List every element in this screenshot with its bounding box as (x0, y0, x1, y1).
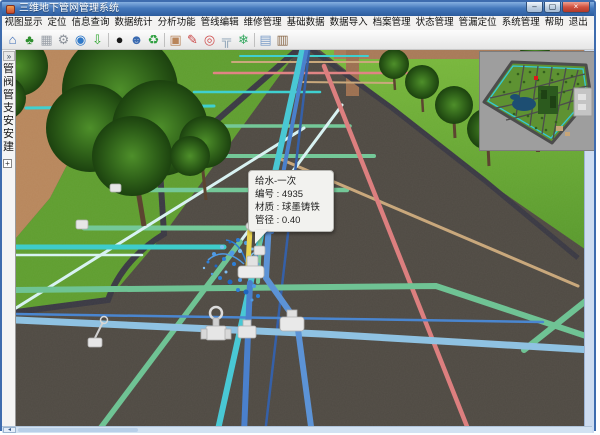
layer-item[interactable]: 管 (2, 89, 16, 102)
close-button[interactable]: × (562, 2, 590, 13)
title-bar[interactable]: 三维地下管网管理系统 – ▢ × (2, 2, 594, 16)
menu-archives[interactable]: 档案管理 (370, 16, 413, 30)
minimap-position-marker (534, 76, 538, 80)
layer-item[interactable]: 安 (2, 128, 16, 141)
menu-exit[interactable]: 退出 (566, 16, 590, 30)
menu-locate[interactable]: 定位 (45, 16, 69, 30)
app-icon (6, 5, 15, 14)
home-icon[interactable]: ⌂ (4, 31, 21, 49)
menu-leak-locate[interactable]: 管漏定位 (456, 16, 499, 30)
edit-pencil-icon[interactable]: ✎ (184, 31, 201, 49)
toolbar-separator (108, 33, 109, 47)
layer-item[interactable]: 支 (2, 102, 16, 115)
menu-help[interactable]: 帮助 (542, 16, 566, 30)
maximize-button[interactable]: ▢ (544, 2, 561, 13)
horizontal-scrollbar[interactable]: ◂ (2, 426, 592, 433)
menu-pipe-edit[interactable]: 管线编辑 (198, 16, 241, 30)
layer-item[interactable]: 管 (2, 63, 16, 76)
user-icon[interactable]: ☻ (128, 31, 145, 49)
left-panel-collapse-button[interactable]: » (3, 51, 15, 61)
menu-statistics[interactable]: 数据统计 (112, 16, 155, 30)
menu-view[interactable]: 视图显示 (2, 16, 45, 30)
menu-status[interactable]: 状态管理 (413, 16, 456, 30)
globe-icon[interactable]: ◉ (72, 31, 89, 49)
tree-icon[interactable]: ♣ (21, 31, 38, 49)
scroll-left-button[interactable]: ◂ (3, 427, 16, 433)
gear-icon[interactable]: ⚙ (55, 31, 72, 49)
toolbar-separator (254, 33, 255, 47)
minimize-button[interactable]: – (526, 2, 543, 13)
faucet-icon[interactable]: ╦ (218, 31, 235, 49)
refresh-icon[interactable]: ♻ (145, 31, 162, 49)
notebook-icon[interactable]: ▥ (274, 31, 291, 49)
menu-bar: 视图显示 定位 信息查询 数据统计 分析功能 管线编辑 维修管理 基础数据 数据… (2, 16, 594, 31)
snowflake-icon[interactable]: ❄ (235, 31, 252, 49)
lifebuoy-icon[interactable]: ◎ (201, 31, 218, 49)
window-title: 三维地下管网管理系统 (19, 2, 119, 16)
layer-item[interactable]: 安 (2, 115, 16, 128)
tree-expand-icon[interactable]: + (3, 159, 12, 168)
menu-info-query[interactable]: 信息查询 (69, 16, 112, 30)
layer-item[interactable]: 建 (2, 141, 16, 154)
left-panel-collapsed[interactable]: » 管 阀 管 支 安 安 建 + (2, 50, 16, 426)
minimap-buildings (574, 88, 592, 116)
menu-analysis[interactable]: 分析功能 (155, 16, 198, 30)
window-panel-icon[interactable]: ▤ (257, 31, 274, 49)
download-icon[interactable]: ⇩ (89, 31, 106, 49)
tooltip-row-id: 编号 : 4935 (255, 188, 327, 201)
minimap-overview[interactable] (480, 52, 594, 150)
pipe-info-tooltip: 给水-一次 编号 : 4935 材质 : 球墨铸铁 管径 : 0.40 (248, 170, 334, 232)
package-box-icon[interactable]: ▣ (167, 31, 184, 49)
layer-item[interactable]: 阀 (2, 76, 16, 89)
record-icon[interactable]: ● (111, 31, 128, 49)
scrollbar-thumb[interactable] (18, 428, 138, 432)
map-layers-icon[interactable]: ▦ (38, 31, 55, 49)
tooltip-title: 给水-一次 (255, 175, 327, 188)
app-window: 三维地下管网管理系统 – ▢ × 视图显示 定位 信息查询 数据统计 分析功能 … (0, 0, 596, 431)
menu-basic-data[interactable]: 基础数据 (284, 16, 327, 30)
toolbar-separator (164, 33, 165, 47)
menu-system[interactable]: 系统管理 (499, 16, 542, 30)
menu-data-import[interactable]: 数据导入 (327, 16, 370, 30)
toolbar: ⌂ ♣ ▦ ⚙ ◉ ⇩ ● ☻ ♻ ▣ ✎ ◎ ╦ ❄ ▤ ▥ (2, 30, 594, 50)
window-controls: – ▢ × (525, 2, 590, 13)
viewport-3d[interactable]: » 管 阀 管 支 安 安 建 + 给水-一次 编号 : 4935 材质 : 球… (2, 50, 594, 433)
menu-maintenance[interactable]: 维修管理 (241, 16, 284, 30)
tooltip-row-diameter: 管径 : 0.40 (255, 214, 327, 227)
tooltip-row-material: 材质 : 球墨铸铁 (255, 201, 327, 214)
tooltip-tail (255, 230, 268, 244)
